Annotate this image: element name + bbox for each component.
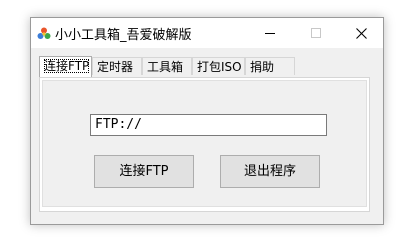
window-title: 小小工具箱_吾爱破解版 (55, 28, 192, 43)
connect-ftp-button[interactable]: 连接FTP (94, 155, 194, 188)
exit-program-button[interactable]: 退出程序 (220, 155, 320, 188)
tab-panel (39, 77, 370, 212)
tab-toolbox[interactable]: 工具箱 (142, 57, 192, 75)
tab-label: 捐助 (250, 60, 275, 74)
app-logo-icon (37, 26, 51, 40)
maximize-button[interactable] (293, 18, 339, 48)
tab-timer[interactable]: 定时器 (92, 57, 142, 75)
minimize-button[interactable] (247, 18, 293, 48)
close-button[interactable] (338, 18, 384, 48)
app-window: 小小工具箱_吾爱破解版 连接FTP 定时器 工具箱 打包ISO 捐助 FTP:/… (30, 17, 384, 225)
tab-label: 打包ISO (197, 60, 242, 74)
tab-label: 工具箱 (147, 60, 184, 74)
tab-donate[interactable]: 捐助 (245, 57, 295, 75)
ftp-address-input[interactable]: FTP:// (90, 114, 327, 136)
tab-label: 定时器 (97, 60, 134, 74)
tab-label: 连接FTP (44, 59, 90, 73)
minimize-icon (265, 33, 275, 34)
close-icon (355, 27, 367, 39)
tab-pack-iso[interactable]: 打包ISO (192, 57, 245, 75)
title-bar[interactable]: 小小工具箱_吾爱破解版 (31, 18, 383, 48)
tab-connect-ftp[interactable]: 连接FTP (39, 56, 92, 77)
maximize-icon (311, 28, 321, 38)
